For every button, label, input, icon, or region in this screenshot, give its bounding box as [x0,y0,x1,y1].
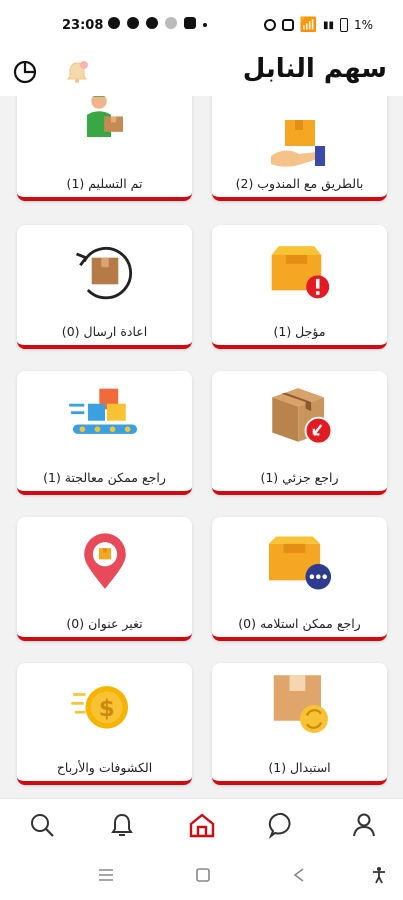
box-return-icon [271,388,332,445]
card-label: راجع ممكن معالجتة (1) [43,470,166,485]
youtube-icon [184,17,196,29]
main-content: بالطريق مع المندوب (2) تم التسليم (1) مؤ… [0,96,403,798]
box-exchange-icon [273,675,328,733]
vibrate-icon [281,19,294,31]
system-navigation-bar [0,850,403,900]
card-on-the-way[interactable]: بالطريق مع المندوب (2) [212,96,387,201]
hand-with-box-icon [270,120,325,167]
card-label: تم التسليم (1) [66,176,143,191]
more-dot-icon [203,23,207,27]
card-label: اعادة ارسال (0) [61,324,148,339]
card-label: مؤجل (1) [273,324,326,339]
app-icon-2 [165,17,177,29]
card-label: استبدال (1) [268,760,331,775]
alarm-icon [263,19,276,31]
bottom-navigation [0,798,403,850]
card-returned-receivable[interactable]: راجع ممكن استلامه (0) [212,517,387,641]
card-label: الكشوفات والأرباح [56,760,153,775]
conveyor-boxes-icon [68,388,137,434]
app-header: سهم النابل [0,48,403,96]
card-address-change[interactable]: تغير عنوان (0) [17,517,192,641]
box-resend-icon [75,247,132,300]
system-icons: 📶 ▮▮ 1% [263,17,373,33]
app-icon [146,17,158,29]
card-postponed[interactable]: مؤجل (1) [212,225,387,349]
card-label: راجع ممكن استلامه (0) [238,616,361,631]
home-icon[interactable] [188,811,216,839]
profile-icon[interactable] [350,811,378,839]
card-resend[interactable]: اعادة ارسال (0) [17,225,192,349]
card-label: راجع جزئي (1) [260,470,339,485]
card-statements-profits[interactable]: $ الكشوفات والأرباح [17,663,192,785]
wifi-icon: 📶 [299,17,317,33]
location-pin-icon [83,533,126,589]
card-label: بالطريق مع المندوب (2) [235,176,364,191]
status-bar: 23:08 📶 ▮▮ 1% [0,0,403,48]
telegram-icon [108,17,120,29]
accessibility-icon[interactable] [370,866,388,884]
app-title: سهم النابل [242,54,387,84]
svg-text:$: $ [98,696,114,722]
box-alert-icon [271,246,329,299]
messenger-icon [127,17,139,29]
box-pending-icon [268,536,331,590]
card-delivered[interactable]: تم التسليم (1) [17,96,192,201]
notification-icons [108,17,207,29]
battery-icon [339,18,348,32]
card-returned-processable[interactable]: راجع ممكن معالجتة (1) [17,371,192,495]
status-time: 23:08 [62,18,104,33]
delivery-person-icon [86,96,123,137]
home-button-icon[interactable] [194,866,212,884]
card-partial-return[interactable]: راجع جزئي (1) [212,371,387,495]
battery-level: 1% [353,18,373,32]
card-exchange[interactable]: استبدال (1) [212,663,387,785]
search-icon[interactable] [28,811,56,839]
pie-chart-icon[interactable] [12,59,38,85]
dollar-coin-icon: $ [70,686,128,729]
bell-icon[interactable] [108,811,136,839]
card-label: تغير عنوان (0) [66,616,143,631]
back-icon[interactable] [290,866,308,884]
notification-bell-icon[interactable] [63,58,91,86]
signal-icon: ▮▮ [322,19,334,31]
chat-icon[interactable] [268,811,296,839]
recent-apps-icon[interactable] [97,866,115,884]
